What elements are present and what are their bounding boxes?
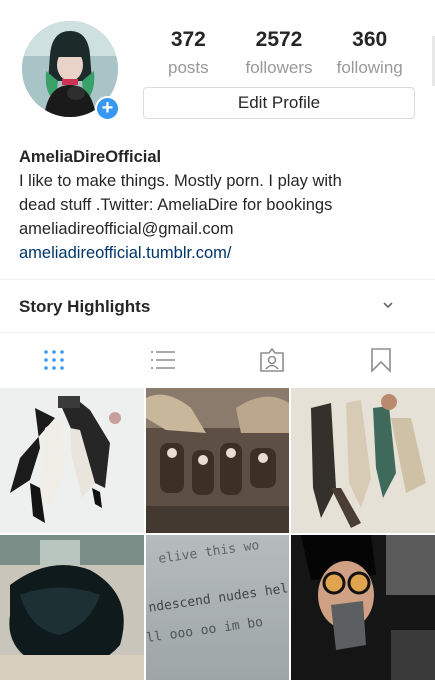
profile-name: AmeliaDireOfficial xyxy=(19,148,162,166)
following-count: 360 xyxy=(352,28,388,51)
tab-saved[interactable] xyxy=(326,333,435,387)
post-thumbnail[interactable] xyxy=(291,535,435,680)
followers-stat[interactable]: 2572 followers xyxy=(234,27,325,79)
tagged-icon xyxy=(260,347,284,372)
post-thumbnail[interactable] xyxy=(0,388,144,533)
posts-stat[interactable]: 372 posts xyxy=(143,27,234,79)
posts-count: 372 xyxy=(170,28,206,51)
following-stat[interactable]: 360 following xyxy=(324,27,415,79)
post-grid: elive this wo ndescend nudes hel ll ooo … xyxy=(0,388,435,680)
post-thumbnail[interactable] xyxy=(0,535,144,680)
profile-header: + 372 posts 2572 followers 360 following… xyxy=(0,0,435,140)
avatar-container[interactable]: + xyxy=(22,21,120,121)
followers-label: followers xyxy=(245,58,313,77)
posts-label: posts xyxy=(168,58,209,77)
bio-line-2: dead stuff .Twitter: AmeliaDire for book… xyxy=(19,196,333,214)
followers-count: 2572 xyxy=(255,28,303,51)
bio-website-link[interactable]: ameliadireofficial.tumblr.com/ xyxy=(19,241,419,265)
tab-grid[interactable] xyxy=(0,333,109,387)
profile-bio: AmeliaDireOfficial I like to make things… xyxy=(19,145,419,265)
story-highlights-row[interactable]: Story Highlights xyxy=(0,282,435,332)
list-icon xyxy=(151,351,176,369)
story-highlights-label: Story Highlights xyxy=(19,297,151,316)
tab-list[interactable] xyxy=(109,333,218,387)
grid-icon xyxy=(44,350,65,370)
bio-email[interactable]: ameliadireofficial@gmail.com xyxy=(19,217,419,241)
post-thumbnail[interactable] xyxy=(146,388,289,533)
post-thumbnail[interactable]: elive this wo ndescend nudes hel ll ooo … xyxy=(146,535,289,680)
profile-tabs xyxy=(0,333,435,387)
edit-profile-button[interactable]: Edit Profile xyxy=(143,87,415,119)
add-story-icon[interactable]: + xyxy=(95,96,120,121)
bio-line-1: I like to make things. Mostly porn. I pl… xyxy=(19,172,342,190)
profile-stats: 372 posts 2572 followers 360 following xyxy=(143,27,415,79)
post-thumbnail[interactable] xyxy=(291,388,435,533)
following-label: following xyxy=(336,58,403,77)
saved-icon xyxy=(370,348,391,373)
divider xyxy=(0,279,435,280)
tab-tagged[interactable] xyxy=(218,333,327,387)
chevron-down-icon[interactable] xyxy=(381,298,395,312)
